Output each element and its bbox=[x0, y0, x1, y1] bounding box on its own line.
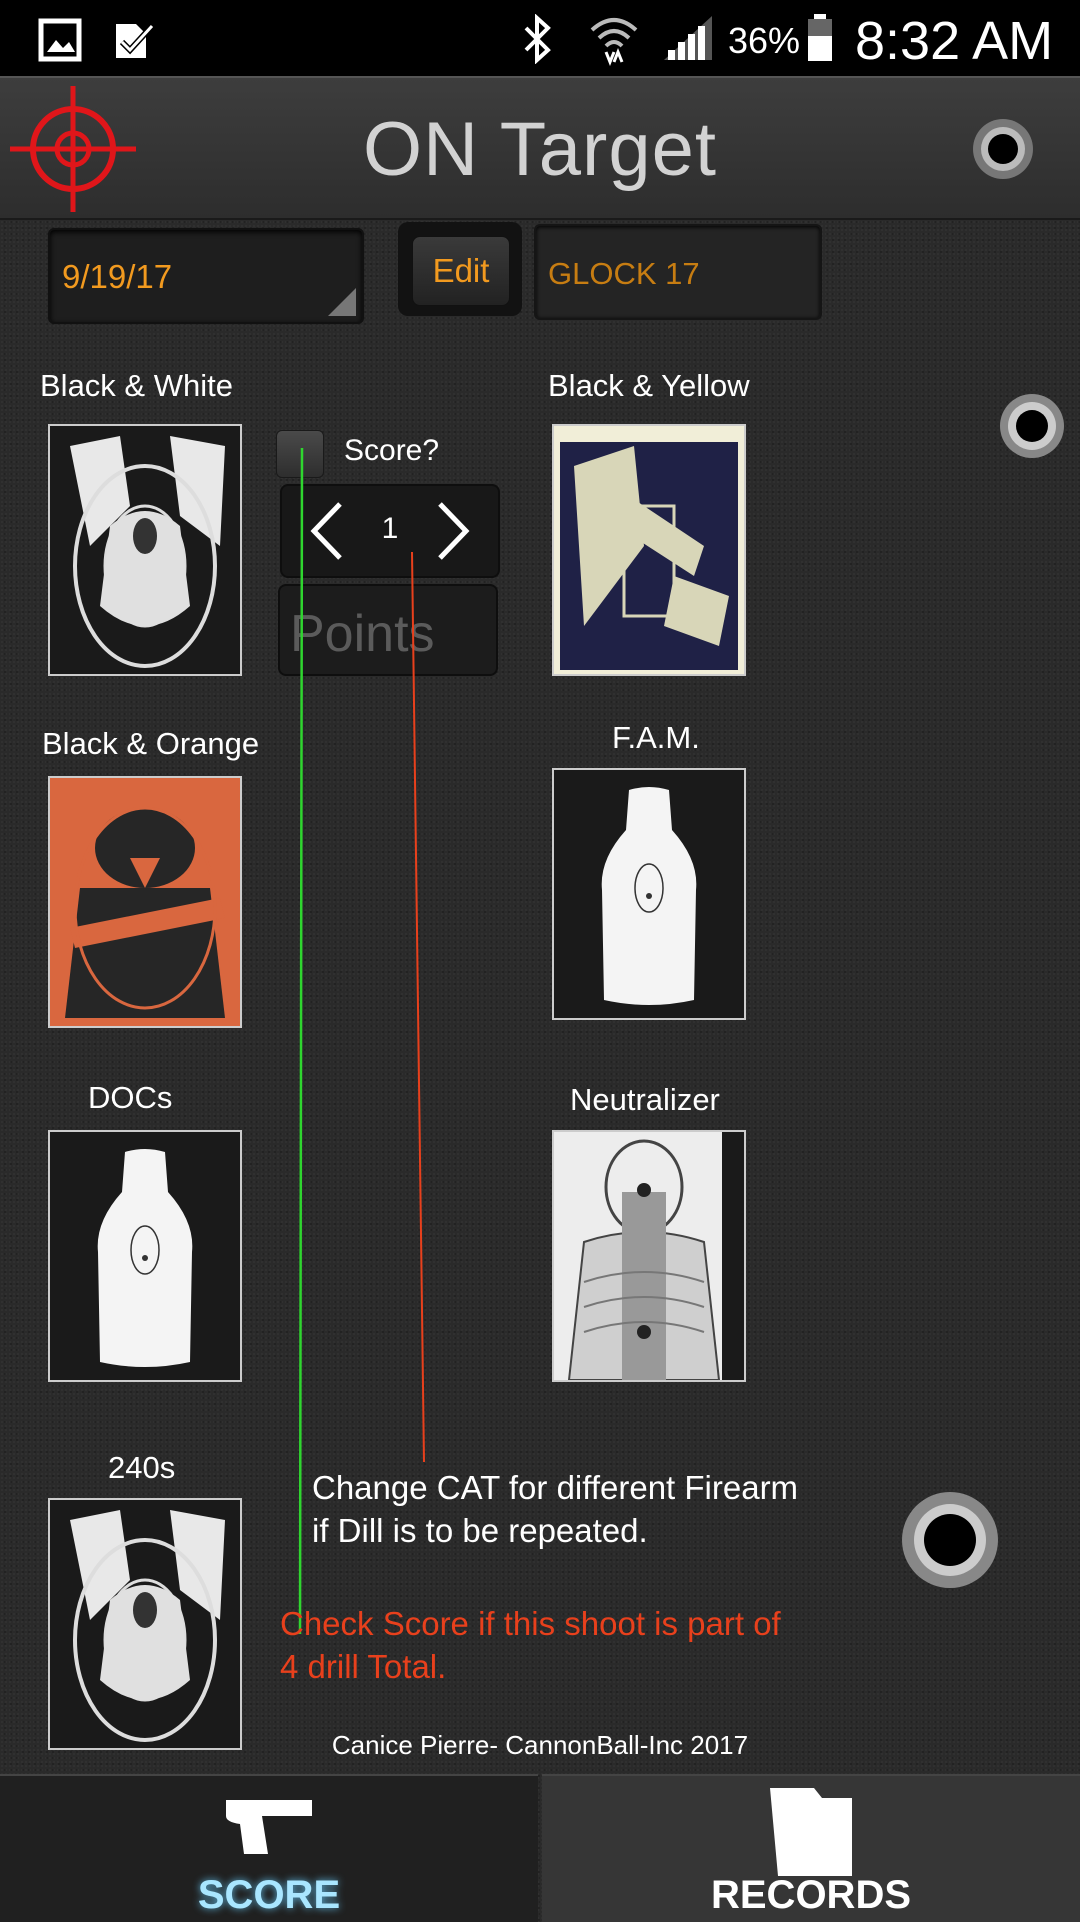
target-label-neutralizer: Neutralizer bbox=[570, 1082, 720, 1117]
dropdown-corner-icon bbox=[328, 288, 356, 316]
nav-score-label: SCORE bbox=[197, 1873, 341, 1917]
target-thumbnail-black-yellow[interactable] bbox=[552, 424, 746, 676]
target-label-docs: DOCs bbox=[88, 1080, 173, 1115]
target-label-black-orange: Black & Orange bbox=[42, 726, 260, 761]
annotation-change-cat-line1: Change CAT for different Firearm bbox=[312, 1469, 799, 1506]
target-label-black-yellow: Black & Yellow bbox=[548, 368, 750, 403]
black-orange-target-image bbox=[50, 778, 240, 1026]
target-thumbnail-fam[interactable] bbox=[552, 768, 746, 1020]
points-input[interactable]: Points bbox=[278, 584, 498, 676]
fam-target-image bbox=[554, 770, 744, 1018]
black-yellow-target-image bbox=[554, 426, 744, 674]
stepper-annotation-line bbox=[411, 551, 425, 1463]
annotation-change-cat: Change CAT for different Firearm if Dill… bbox=[312, 1466, 872, 1552]
docs-target-image bbox=[50, 1132, 240, 1380]
date-field[interactable]: 9/19/17 bbox=[48, 228, 364, 324]
firearm-value: GLOCK 17 bbox=[548, 256, 700, 291]
category-stepper: 1 bbox=[280, 484, 500, 578]
target-label-240s: 240s bbox=[108, 1450, 176, 1485]
status-bar: 36% 8:32 AM bbox=[0, 0, 1080, 76]
bullet-hole-icon bbox=[973, 119, 1033, 179]
240s-target-image bbox=[50, 1500, 240, 1748]
score-checkbox[interactable] bbox=[276, 430, 324, 478]
folder-icon bbox=[770, 1788, 852, 1876]
nav-records-tab[interactable]: RECORDS bbox=[542, 1774, 1080, 1922]
pistol-icon bbox=[226, 1800, 312, 1854]
points-placeholder: Points bbox=[290, 605, 435, 663]
chevron-right-icon[interactable] bbox=[426, 496, 478, 566]
bullet-hole-icon bbox=[902, 1492, 998, 1588]
annotation-check-score-line2: 4 drill Total. bbox=[280, 1648, 447, 1685]
annotation-check-score: Check Score if this shoot is part of 4 d… bbox=[280, 1602, 840, 1688]
neutralizer-target-image bbox=[554, 1132, 744, 1380]
battery-icon bbox=[808, 14, 832, 61]
battery-percent: 36% bbox=[728, 20, 801, 61]
target-thumbnail-240s[interactable] bbox=[48, 1498, 242, 1750]
target-thumbnail-docs[interactable] bbox=[48, 1130, 242, 1382]
credit-text: Canice Pierre- CannonBall-Inc 2017 bbox=[331, 1730, 749, 1760]
clock: 8:32 AM bbox=[855, 11, 1054, 71]
bluetooth-icon bbox=[524, 14, 551, 64]
task-done-notification-icon bbox=[116, 23, 155, 58]
nav-score-tab[interactable]: SCORE bbox=[0, 1774, 538, 1922]
black-white-target-image bbox=[50, 426, 240, 674]
edit-button[interactable]: Edit bbox=[412, 236, 510, 306]
target-thumbnail-black-orange[interactable] bbox=[48, 776, 242, 1028]
target-label-black-white: Black & White bbox=[40, 368, 233, 403]
target-label-fam: F.A.M. bbox=[612, 720, 700, 755]
target-thumbnail-black-white[interactable] bbox=[48, 424, 242, 676]
bullet-hole-icon bbox=[1000, 394, 1064, 458]
app-title: ON Target bbox=[363, 107, 717, 192]
annotation-change-cat-line2: if Dill is to be repeated. bbox=[312, 1512, 648, 1549]
annotation-check-score-line1: Check Score if this shoot is part of bbox=[280, 1605, 781, 1642]
firearm-field[interactable]: GLOCK 17 bbox=[534, 224, 822, 320]
app-header: ON Target bbox=[0, 76, 1080, 220]
signal-icon bbox=[664, 16, 712, 60]
target-thumbnail-neutralizer[interactable] bbox=[552, 1130, 746, 1382]
wifi-icon bbox=[590, 18, 638, 66]
nav-records-label: RECORDS bbox=[710, 1873, 912, 1917]
gallery-notification-icon bbox=[38, 18, 82, 62]
score-checkbox-label: Score? bbox=[344, 434, 440, 467]
date-value: 9/19/17 bbox=[62, 258, 173, 295]
